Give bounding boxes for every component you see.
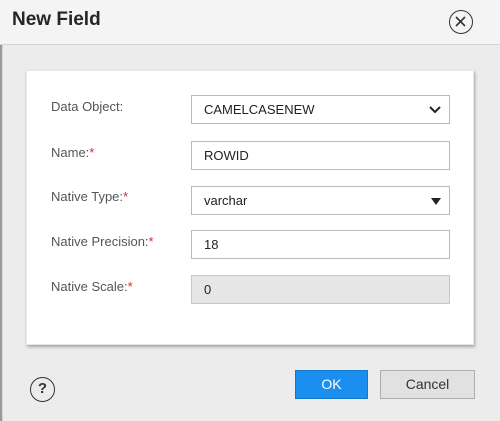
name-input[interactable]: ROWID [191,141,450,170]
close-button[interactable] [449,10,473,34]
native-precision-label: Native Precision:* [51,234,154,249]
required-mark: * [123,189,129,204]
native-type-label: Native Type:* [51,189,129,204]
caret-down-icon [431,198,441,205]
window-edge-inner [2,44,3,421]
native-precision-value: 18 [204,237,219,252]
native-scale-value: 0 [204,282,212,297]
native-type-value: varchar [204,193,248,208]
dialog-header: New Field [0,0,500,45]
data-object-label: Data Object: [51,99,124,114]
ok-button[interactable]: OK [295,370,368,399]
data-object-value: CAMELCASENEW [204,102,315,117]
native-precision-input[interactable]: 18 [191,230,450,259]
native-scale-input: 0 [191,275,450,304]
required-mark: * [127,279,133,294]
required-mark: * [89,145,95,160]
chevron-down-icon [429,106,441,114]
dialog-title: New Field [12,9,101,30]
new-field-dialog: New Field Data Object: CAMELCASENEW Name… [0,0,500,421]
cancel-button[interactable]: Cancel [380,370,475,399]
close-icon [455,16,466,27]
name-label: Name:* [51,145,95,160]
native-type-select[interactable]: varchar [191,186,450,215]
help-icon: ? [37,380,48,397]
name-value: ROWID [204,148,249,163]
required-mark: * [148,234,154,249]
native-scale-label: Native Scale:* [51,279,133,294]
data-object-select[interactable]: CAMELCASENEW [191,95,450,124]
help-button[interactable]: ? [30,377,55,402]
